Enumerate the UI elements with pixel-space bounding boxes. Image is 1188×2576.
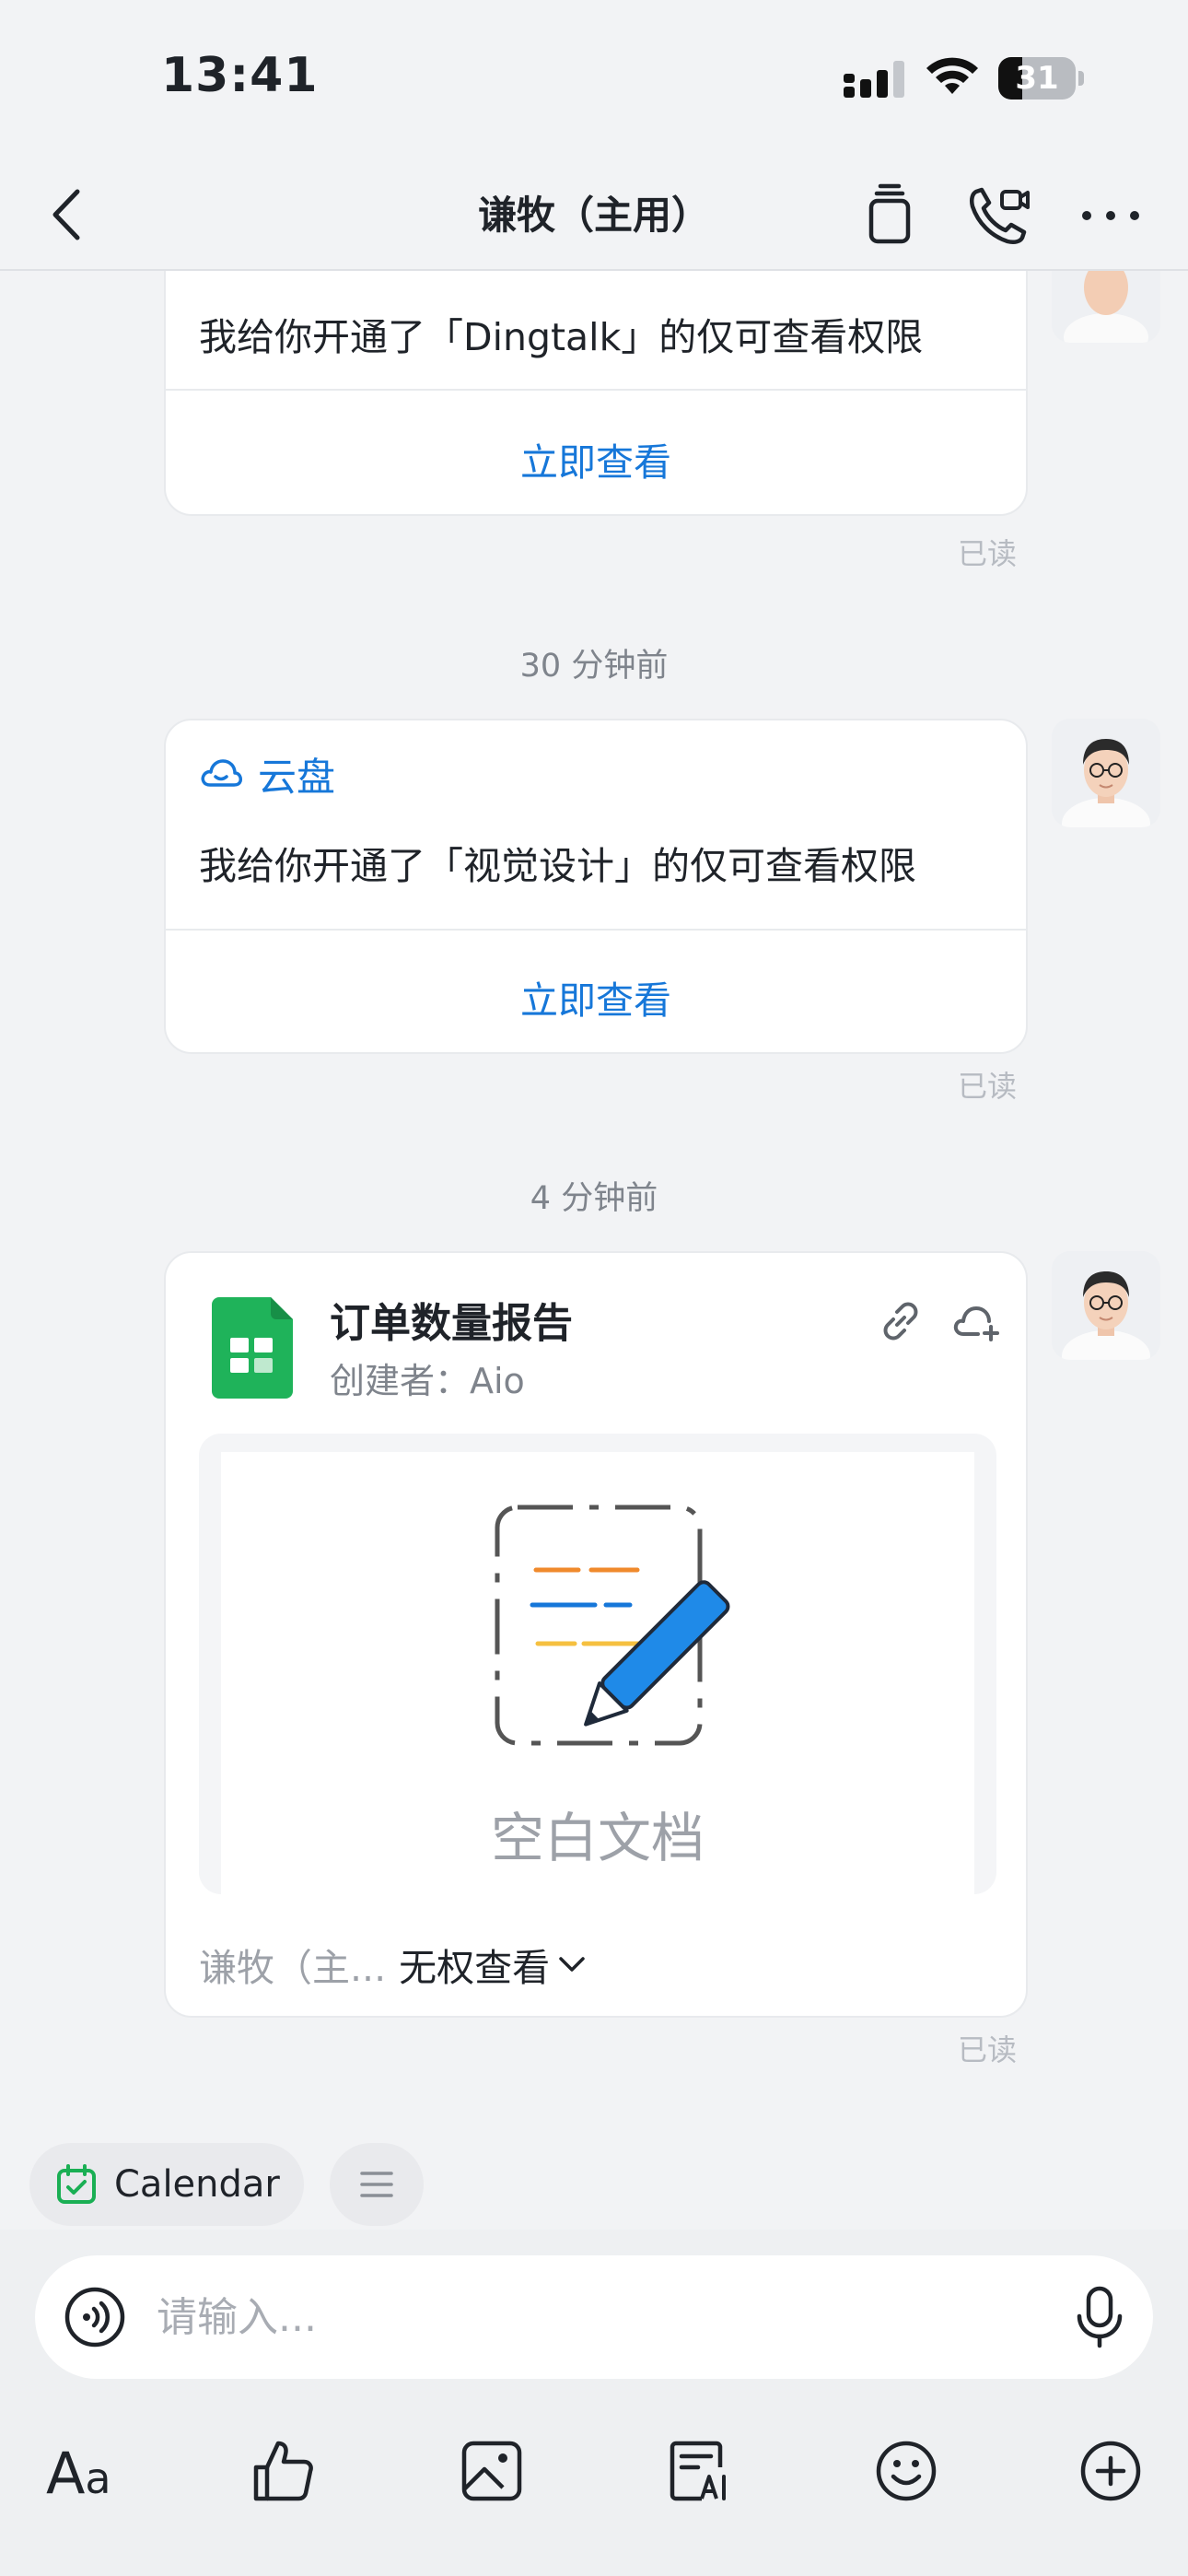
blank-document-illustration [495,1505,730,1746]
ai-writing-icon[interactable] [665,2436,735,2506]
message-timestamp: 4 分钟前 [530,1180,658,1217]
chat-header: 谦牧（主用） [0,157,1188,271]
message-card[interactable]: 我给你开通了「Dingtalk」的仅可查看权限 立即查看 [164,271,1028,516]
message-input-bar[interactable] [35,2255,1153,2379]
avatar[interactable] [1052,1251,1160,1360]
view-now-button[interactable]: 立即查看 [166,431,1026,486]
message-timestamp: 30 分钟前 [519,648,669,685]
document-card[interactable]: 订单数量报告 创建者：Aio 空白文档 谦牧（主... 无权查看 [164,1251,1028,2018]
composer-toolbar: Aa [0,2410,1188,2530]
composer: Aa [0,2230,1188,2576]
wifi-icon [926,57,978,94]
calendar-icon [57,2164,96,2204]
link-icon[interactable] [875,1295,926,1347]
voice-mode-icon[interactable] [63,2285,127,2349]
status-bar: 13:41 31 [0,0,1188,157]
document-title: 订单数量报告 [330,1300,573,1347]
text-format-button[interactable]: Aa [46,2440,111,2507]
read-status: 已读 [958,1069,1018,1104]
status-time: 13:41 [161,48,319,103]
chat-messages[interactable]: 我给你开通了「Dingtalk」的仅可查看权限 立即查看 已读 30 分钟前 云… [0,271,1188,2113]
text-format-label-small: a [85,2453,111,2503]
avatar[interactable] [1052,271,1160,343]
message-source: 云盘 [199,748,335,800]
calendar-chip[interactable]: Calendar [29,2143,304,2226]
menu-icon [360,2172,393,2197]
message-source-label: 云盘 [258,754,336,800]
read-status: 已读 [958,536,1018,571]
calendar-chip-label: Calendar [114,2163,280,2206]
message-card[interactable]: 云盘 我给你开通了「视觉设计」的仅可查看权限 立即查看 [164,719,1028,1054]
message-text: 我给你开通了「Dingtalk」的仅可查看权限 [199,315,924,359]
save-to-cloud-icon[interactable] [950,1295,1002,1347]
emoji-icon[interactable] [871,2436,941,2506]
more-icon[interactable] [1076,181,1146,251]
chevron-down-icon[interactable] [553,1946,590,1983]
permission-row[interactable]: 谦牧（主... 无权查看 [199,1938,590,1990]
document-preview-label: 空白文档 [490,1807,705,1869]
spreadsheet-icon [212,1297,293,1399]
text-format-label-big: A [46,2440,86,2507]
call-icon[interactable] [963,181,1033,251]
battery-level: 31 [1015,60,1059,97]
add-icon[interactable] [1076,2436,1146,2506]
cloud-drive-icon [201,759,242,787]
message-input[interactable] [157,2281,985,2353]
microphone-icon[interactable] [1066,2283,1133,2349]
document-creator: 创建者：Aio [330,1361,525,1401]
quick-menu-chip[interactable] [330,2143,424,2226]
battery-indicator: 31 [998,57,1084,101]
image-icon[interactable] [457,2436,527,2506]
cellular-signal-icon [844,61,904,98]
view-now-button[interactable]: 立即查看 [166,969,1026,1025]
thumbs-up-icon[interactable] [249,2436,319,2506]
document-preview[interactable]: 空白文档 [199,1434,996,1894]
permission-sender: 谦牧（主... [199,1946,387,1990]
avatar[interactable] [1052,719,1160,827]
message-text: 我给你开通了「视觉设计」的仅可查看权限 [199,844,916,888]
read-status: 已读 [958,2032,1018,2067]
stacked-cards-icon[interactable] [855,181,925,251]
permission-dropdown[interactable]: 无权查看 [399,1937,550,1992]
